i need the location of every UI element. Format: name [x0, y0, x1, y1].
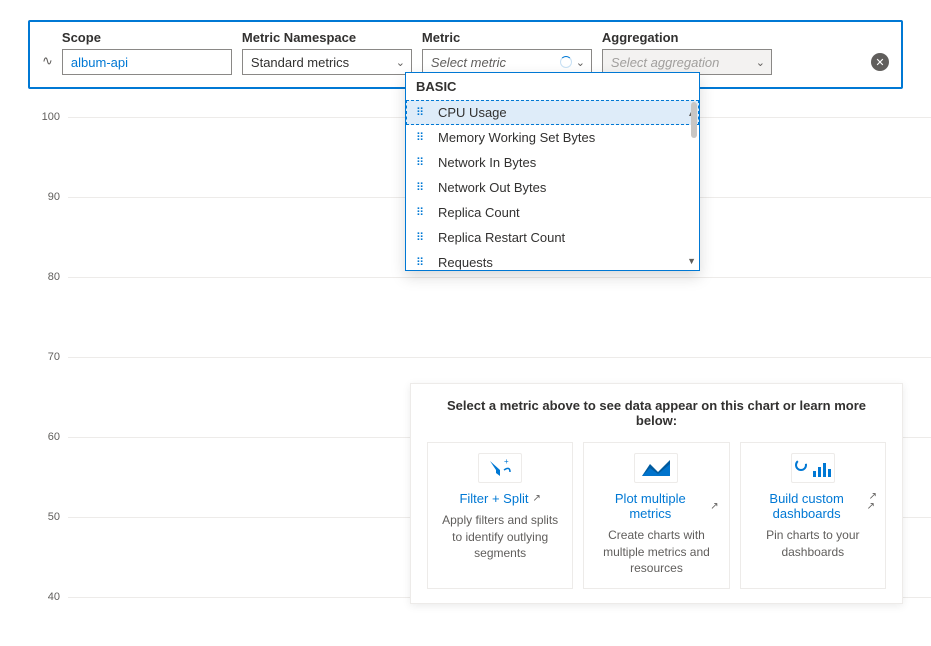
help-tile[interactable]: Build custom dashboards ↗ Pin charts to y…	[740, 442, 886, 589]
dropdown-section-header: BASIC	[406, 73, 699, 100]
dropdown-item[interactable]: ⠿ Network Out Bytes	[406, 175, 699, 200]
y-axis-tick: 90	[28, 191, 60, 203]
dropdown-item[interactable]: ⠿ Replica Count	[406, 200, 699, 225]
metric-icon: ⠿	[416, 231, 430, 244]
help-tile-link[interactable]: Build custom dashboards ↗	[751, 491, 875, 521]
aggregation-placeholder: Select aggregation	[611, 55, 719, 70]
scope-field: Scope	[62, 30, 232, 75]
metric-label: Metric	[422, 30, 592, 45]
dropdown-item-label: CPU Usage	[438, 105, 507, 120]
dropdown-item-label: Replica Restart Count	[438, 230, 565, 245]
y-axis-tick: 100	[28, 111, 60, 123]
help-tile-link[interactable]: Filter + Split ↗	[459, 491, 540, 506]
y-axis-tick: 50	[28, 511, 60, 523]
remove-metric-button[interactable]: ✕	[871, 53, 889, 71]
loading-spinner-icon	[560, 56, 572, 68]
metric-icon: ⠿	[416, 156, 430, 169]
help-tile[interactable]: Plot multiple metrics ↗ Create charts wit…	[583, 442, 729, 589]
dropdown-item[interactable]: ⠿ CPU Usage	[406, 100, 699, 125]
namespace-value: Standard metrics	[251, 55, 349, 70]
external-link-icon: ↗	[710, 501, 718, 512]
chevron-down-icon: ⌄	[756, 56, 765, 69]
metric-icon: ⠿	[416, 106, 430, 119]
dropdown-item[interactable]: ⠿ Memory Working Set Bytes	[406, 125, 699, 150]
y-axis-tick: 70	[28, 351, 60, 363]
namespace-select[interactable]: Standard metrics ⌄	[242, 49, 412, 75]
namespace-field: Metric Namespace Standard metrics ⌄	[242, 30, 412, 75]
dropdown-item-label: Memory Working Set Bytes	[438, 130, 595, 145]
svg-text:+: +	[504, 458, 509, 466]
help-tile-desc: Create charts with multiple metrics and …	[594, 527, 718, 576]
dropdown-item[interactable]: ⠿ Requests	[406, 250, 699, 270]
metric-field: Metric Select metric ⌄	[422, 30, 592, 75]
dropdown-item-label: Network In Bytes	[438, 155, 536, 170]
dropdown-item[interactable]: ⠿ Network In Bytes	[406, 150, 699, 175]
scrollbar-thumb[interactable]	[691, 102, 697, 138]
dropdown-list[interactable]: ▲ ▼ ⠿CPU Usage⠿Memory Working Set Bytes⠿…	[406, 100, 699, 270]
dropdown-item-label: Requests	[438, 255, 493, 270]
aggregation-field: Aggregation Select aggregation ⌄	[602, 30, 772, 75]
help-panel: Select a metric above to see data appear…	[410, 383, 903, 604]
dropdown-item[interactable]: ⠿ Replica Restart Count	[406, 225, 699, 250]
scope-input[interactable]	[62, 49, 232, 75]
metric-icon: ⠿	[416, 131, 430, 144]
metric-dropdown: BASIC ▲ ▼ ⠿CPU Usage⠿Memory Working Set …	[405, 72, 700, 271]
external-link-icon: ↗	[869, 491, 877, 502]
help-tile[interactable]: + Filter + Split ↗ Apply filters and split…	[427, 442, 573, 589]
external-link-icon: ↗	[532, 493, 540, 504]
aggregation-label: Aggregation	[602, 30, 772, 45]
dropdown-item-label: Replica Count	[438, 205, 520, 220]
metric-icon: ⠿	[416, 206, 430, 219]
help-tiles-row: + Filter + Split ↗ Apply filters and split…	[427, 442, 886, 589]
metric-icon: ⠿	[416, 256, 430, 269]
filter-icon: +	[478, 453, 522, 483]
help-title: Select a metric above to see data appear…	[427, 398, 886, 428]
gridline	[68, 357, 931, 358]
help-tile-desc: Pin charts to your dashboards	[751, 527, 875, 559]
chevron-down-icon: ⌄	[396, 56, 405, 69]
chevron-down-icon: ⌄	[576, 56, 585, 69]
dashboard-icon	[791, 453, 835, 483]
namespace-label: Metric Namespace	[242, 30, 412, 45]
help-tile-link[interactable]: Plot multiple metrics ↗	[594, 491, 718, 521]
gridline	[68, 277, 931, 278]
y-axis-tick: 80	[28, 271, 60, 283]
metric-icon: ⠿	[416, 181, 430, 194]
y-axis-tick: 60	[28, 431, 60, 443]
external-link-icon: ↗	[867, 501, 875, 512]
y-axis-tick: 40	[28, 591, 60, 603]
scroll-down-icon[interactable]: ▼	[687, 256, 696, 266]
metric-series-icon: ∿	[42, 53, 52, 69]
scope-label: Scope	[62, 30, 232, 45]
dropdown-item-label: Network Out Bytes	[438, 180, 546, 195]
metric-placeholder: Select metric	[431, 55, 506, 70]
multichart-icon	[634, 453, 678, 483]
help-tile-desc: Apply filters and splits to identify out…	[438, 512, 562, 561]
